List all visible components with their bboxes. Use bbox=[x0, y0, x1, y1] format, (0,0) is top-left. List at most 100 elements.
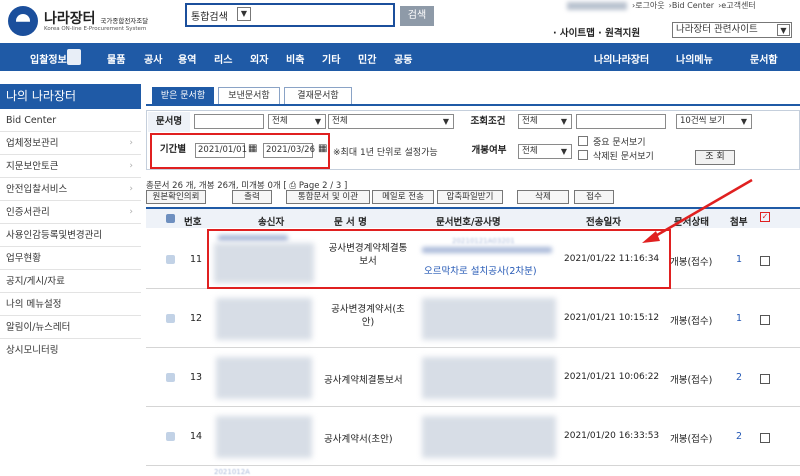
table-row[interactable]: 14 공사계약서(초안) 2021/01/20 16:33:53 개봉(접수) … bbox=[146, 408, 800, 466]
doc-select-2[interactable]: 전체 ▼ bbox=[328, 114, 454, 129]
sidebar-item-my-menu-settings[interactable]: 나의 메뉴설정 bbox=[0, 293, 141, 316]
row-doc-name[interactable]: 공사변경계약서(초 안) bbox=[322, 303, 414, 329]
row-checkbox[interactable] bbox=[760, 315, 770, 325]
row-doc-name[interactable]: 공사계약서(초안) bbox=[324, 431, 393, 445]
print-button[interactable]: 출력 bbox=[232, 190, 272, 204]
customer-center-link[interactable]: ›e고객센터 bbox=[718, 1, 756, 10]
search-box[interactable]: 통합검색 ▼ bbox=[185, 3, 395, 27]
row-checkbox[interactable] bbox=[760, 433, 770, 443]
row-doc-name[interactable]: 공사계약체결통보서 bbox=[324, 372, 403, 386]
logo-icon bbox=[8, 6, 38, 36]
nav-other[interactable]: 기타 bbox=[322, 51, 340, 66]
related-sites-label: 나라장터 관련사이트 bbox=[676, 24, 758, 35]
deleted-docs-label: 삭제된 문서보기 bbox=[593, 152, 654, 162]
sidebar-item-seal-registration[interactable]: 사용인감등록및변경관리 bbox=[0, 224, 141, 247]
sidebar-item-label: 업무현황 bbox=[6, 253, 41, 264]
chevron-down-icon[interactable]: ▼ bbox=[237, 7, 251, 21]
chevron-down-icon: ▼ bbox=[740, 117, 748, 126]
doc-select-1[interactable]: 전체 ▼ bbox=[268, 114, 326, 129]
tab-underline bbox=[146, 104, 800, 106]
table-row[interactable]: 13 공사계약체결통보서 2021/01/21 10:06:22 개봉(접수) … bbox=[146, 349, 800, 407]
period-highlight-box bbox=[150, 133, 330, 169]
search-scope-select[interactable]: 통합검색 bbox=[191, 8, 228, 23]
select-all-checkbox[interactable]: ✓ bbox=[760, 212, 770, 222]
nav-construction[interactable]: 공사 bbox=[144, 51, 162, 66]
table-row[interactable]: 12 공사변경계약서(초 안) 2021/01/21 10:15:12 개봉(접… bbox=[146, 290, 800, 348]
send-email-button[interactable]: 메일로 전송 bbox=[372, 190, 434, 204]
row-checkbox[interactable] bbox=[760, 374, 770, 384]
nav-service[interactable]: 용역 bbox=[178, 51, 196, 66]
nav-bid-info[interactable]: 입찰정보 bbox=[30, 51, 67, 66]
query-select[interactable]: 전체 ▼ bbox=[518, 114, 572, 129]
sidebar-item-label: 지문보안토큰 bbox=[6, 161, 59, 172]
sidebar-item-safe-bid[interactable]: 안전입찰서비스 › bbox=[0, 178, 141, 201]
tab-received[interactable]: 받은 문서함 bbox=[152, 87, 214, 105]
deleted-docs-checkbox[interactable] bbox=[578, 150, 588, 160]
sidebar-item-company-info[interactable]: 업체정보관리 › bbox=[0, 132, 141, 155]
search-button[interactable]: 검색 bbox=[400, 6, 434, 26]
sidebar-item-work-status[interactable]: 업무현황 bbox=[0, 247, 141, 270]
col-date: 전송일자 bbox=[586, 217, 621, 228]
tab-approval[interactable]: 결재문서함 bbox=[284, 87, 352, 105]
top-header: 나라장터 국가종합전자조달 Korea ON-line E-Procuremen… bbox=[0, 0, 800, 40]
sitemap-remote-links[interactable]: · 사이트맵 · 원격지원 bbox=[553, 25, 640, 39]
opened-label: 개봉여부 bbox=[471, 145, 507, 156]
row-attach-count[interactable]: 1 bbox=[736, 313, 742, 324]
sidebar-item-label: 알림이/뉴스레터 bbox=[6, 322, 71, 333]
logo-tagline: Korea ON-line E-Procurement System bbox=[44, 26, 147, 32]
tab-sent[interactable]: 보낸문서함 bbox=[218, 87, 280, 105]
row-no: 14 bbox=[190, 431, 203, 442]
verify-original-button[interactable]: 원본확인의뢰 bbox=[146, 190, 206, 204]
integrate-transfer-button[interactable]: 통합문서 및 이관 bbox=[286, 190, 370, 204]
page-size-select[interactable]: 10건씩 보기 ▼ bbox=[676, 114, 752, 129]
logout-link[interactable]: ›로그아웃 bbox=[632, 1, 665, 10]
utility-links: ›로그아웃 ›Bid Center ›e고객센터 bbox=[632, 0, 760, 11]
row-project-redacted bbox=[422, 416, 556, 458]
shield-icon bbox=[166, 214, 175, 223]
row-project-redacted bbox=[422, 298, 556, 340]
doc-name-input[interactable] bbox=[194, 114, 264, 129]
nav-goods[interactable]: 물품 bbox=[107, 51, 125, 66]
row-no: 12 bbox=[190, 313, 203, 324]
sidebar-item-monitoring[interactable]: 상시모니터링 bbox=[0, 339, 141, 362]
sidebar-item-bid-center[interactable]: Bid Center bbox=[0, 109, 141, 132]
sender-redacted bbox=[216, 416, 312, 458]
related-sites-select[interactable]: 나라장터 관련사이트 ▼ bbox=[672, 22, 792, 38]
query-select-value: 전체 bbox=[522, 116, 538, 126]
row-status: 개봉(접수) bbox=[670, 434, 713, 445]
query-input[interactable] bbox=[576, 114, 666, 129]
sidebar-item-fingerprint-token[interactable]: 지문보안토큰 › bbox=[0, 155, 141, 178]
opened-select[interactable]: 전체 ▼ bbox=[518, 144, 572, 159]
nav-joint[interactable]: 공동 bbox=[394, 51, 412, 66]
receive-button[interactable]: 접수 bbox=[574, 190, 614, 204]
col-no: 번호 bbox=[184, 217, 202, 228]
nav-my-narajangteo[interactable]: 나의나라장터 bbox=[594, 51, 649, 66]
row-attach-count[interactable]: 2 bbox=[736, 431, 742, 442]
chevron-down-icon[interactable]: ▼ bbox=[777, 24, 790, 36]
table-header: 번호 송신자 문 서 명 문서번호/공사명 전송일자 문서상태 첨부 ✓ bbox=[146, 207, 800, 228]
logo-name: 나라장터 bbox=[44, 11, 96, 27]
row-highlight-box bbox=[207, 229, 671, 289]
nav-lease[interactable]: 리스 bbox=[214, 51, 232, 66]
nav-doc-box[interactable]: 문서함 bbox=[750, 51, 778, 66]
download-zip-button[interactable]: 압축파일받기 bbox=[437, 190, 503, 204]
row-attach-count[interactable]: 2 bbox=[736, 372, 742, 383]
site-logo[interactable]: 나라장터 국가종합전자조달 Korea ON-line E-Procuremen… bbox=[8, 6, 178, 36]
nav-divider-icon bbox=[67, 49, 81, 65]
nav-my-menu[interactable]: 나의메뉴 bbox=[676, 51, 713, 66]
sidebar-item-notices[interactable]: 공지/게시/자료 bbox=[0, 270, 141, 293]
bid-center-link[interactable]: ›Bid Center bbox=[669, 1, 714, 10]
sidebar-item-certificate[interactable]: 인증서관리 › bbox=[0, 201, 141, 224]
nav-foreign[interactable]: 외자 bbox=[250, 51, 268, 66]
row-attach-count[interactable]: 1 bbox=[736, 254, 742, 265]
row-checkbox[interactable] bbox=[760, 256, 770, 266]
shield-icon bbox=[166, 255, 175, 264]
chevron-right-icon: › bbox=[129, 207, 133, 217]
chevron-down-icon: ▼ bbox=[560, 117, 568, 126]
nav-stockpile[interactable]: 비축 bbox=[286, 51, 304, 66]
nav-private[interactable]: 민간 bbox=[358, 51, 376, 66]
query-button[interactable]: 조 회 bbox=[695, 150, 735, 165]
delete-button[interactable]: 삭제 bbox=[517, 190, 569, 204]
important-docs-checkbox[interactable] bbox=[578, 136, 588, 146]
sidebar-item-newsletter[interactable]: 알림이/뉴스레터 bbox=[0, 316, 141, 339]
